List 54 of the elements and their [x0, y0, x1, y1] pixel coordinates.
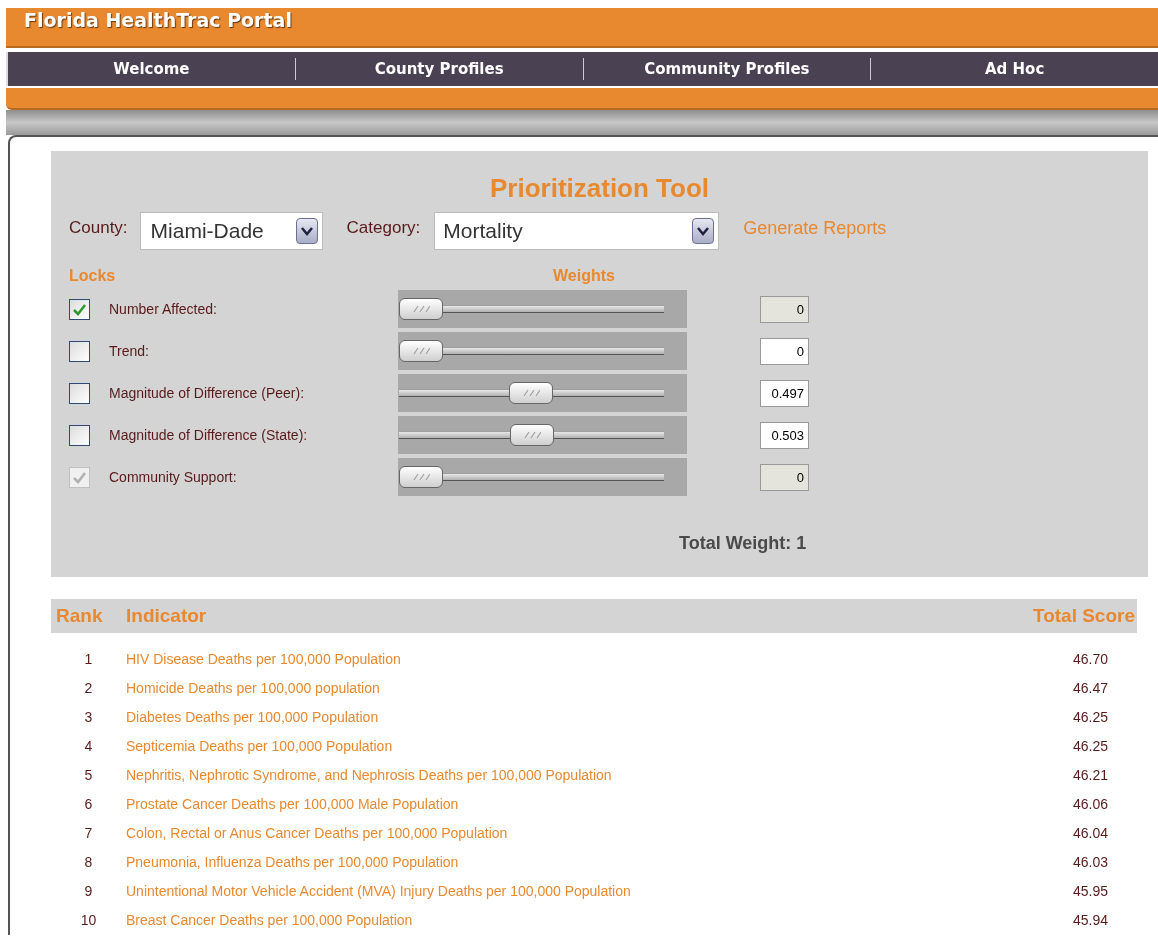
score-cell-text: 46.21 [1071, 766, 1108, 785]
category-select[interactable]: Mortality [434, 212, 720, 250]
category-label: Category: [346, 217, 421, 239]
rank-cell-text: 7 [83, 824, 94, 843]
rank-cell-text: 6 [83, 795, 94, 814]
rank-cell-text: 4 [83, 737, 94, 756]
rank-cell-text: 5 [83, 766, 94, 785]
weight-label: Magnitude of Difference (State): [109, 425, 309, 445]
slider-handle[interactable] [508, 382, 553, 404]
weight-value-field[interactable]: 0.503 [760, 421, 809, 449]
score-cell-text: 46.04 [1071, 824, 1108, 843]
slider-handle[interactable] [399, 340, 443, 362]
score-cell-text: 46.47 [1071, 679, 1108, 698]
score-cell-text: 46.03 [1071, 853, 1108, 872]
nav-tab[interactable]: Welcome [8, 57, 295, 81]
rank-cell-text: 3 [83, 708, 94, 727]
nav-tab[interactable]: Community Profiles [582, 57, 871, 81]
score-cell-text: 46.25 [1071, 708, 1108, 727]
weight-value-field[interactable]: 0.497 [760, 379, 809, 407]
locks-heading: Locks [69, 266, 117, 286]
checkmark-icon [72, 470, 87, 484]
score-cell-text: 46.70 [1071, 650, 1108, 669]
rank-cell-text: 8 [83, 853, 94, 872]
county-select[interactable]: Miami-Dade [139, 212, 323, 250]
score-cell-text: 46.06 [1071, 795, 1108, 814]
rank-cell-text: 2 [83, 679, 94, 698]
rank-cell-text: 1 [83, 650, 94, 669]
weights-heading: Weights [553, 266, 615, 286]
score-cell-text: 46.25 [1071, 737, 1108, 756]
weight-label: Community Support: [109, 467, 238, 487]
lock-checkbox[interactable] [69, 298, 90, 320]
checkmark-icon [72, 302, 87, 316]
rank-cell-text: 10 [79, 911, 98, 930]
column-header: Total Score [1032, 603, 1136, 628]
county-label: County: [69, 217, 128, 239]
weight-label: Magnitude of Difference (Peer): [109, 383, 306, 403]
rank-cell-text: 9 [83, 882, 94, 901]
tool-title: Prioritization Tool [489, 173, 710, 203]
nav-tab[interactable]: Ad Hoc [870, 57, 1158, 81]
slider-handle[interactable] [399, 298, 443, 320]
slider-handle[interactable] [510, 424, 555, 446]
portal-title: Florida HealthTrac Portal [24, 8, 292, 32]
column-header: Rank [55, 603, 104, 628]
weight-label: Trend: [109, 341, 150, 361]
score-cell-text: 45.94 [1071, 911, 1108, 930]
column-header: Indicator [126, 603, 208, 628]
weight-value-field[interactable]: 0 [760, 337, 809, 365]
nav-tab[interactable]: County Profiles [294, 57, 583, 81]
score-cell-text: 45.95 [1071, 882, 1108, 901]
lock-checkbox[interactable] [69, 382, 90, 404]
total-weight: Total Weight: 1 [679, 533, 807, 553]
lock-checkbox[interactable] [69, 340, 90, 362]
weight-label: Number Affected: [109, 299, 218, 319]
lock-checkbox[interactable] [69, 424, 90, 446]
